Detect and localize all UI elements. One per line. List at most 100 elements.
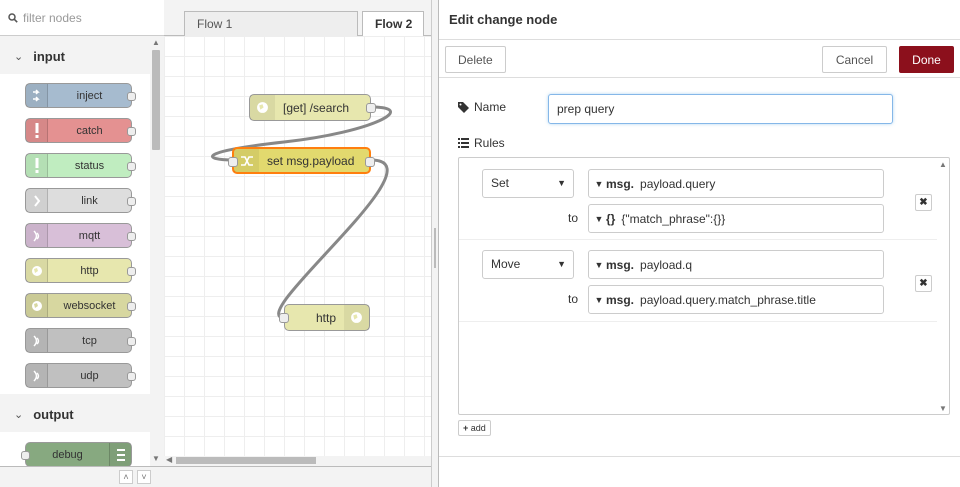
input-port[interactable] xyxy=(21,451,30,460)
delete-button[interactable]: Delete xyxy=(445,46,506,73)
flow-node-http-response[interactable]: http xyxy=(279,304,370,331)
scrollbar-thumb[interactable] xyxy=(152,50,160,150)
cancel-button[interactable]: Cancel xyxy=(822,46,887,73)
palette-node-status[interactable]: status xyxy=(25,153,136,178)
palette-filter[interactable]: filter nodes xyxy=(0,0,164,36)
flow-node-label: set msg.payload xyxy=(267,153,355,168)
remove-rule-button[interactable]: ✖ xyxy=(915,275,932,292)
scroll-up-icon[interactable]: ▲ xyxy=(152,38,160,47)
category-body-input: inject catch status link mqtt http webso… xyxy=(0,74,150,394)
category-label: input xyxy=(33,48,65,64)
flow-node-label: http xyxy=(315,310,336,325)
palette-node-inject[interactable]: inject xyxy=(25,83,136,108)
rules-label-text: Rules xyxy=(474,136,505,150)
input-port[interactable] xyxy=(279,313,289,323)
node-palette: filter nodes ⌄ input inject catch status xyxy=(0,0,164,487)
rule-action-select[interactable]: Set ▼ xyxy=(482,169,574,198)
dropdown-caret-icon: ▼ xyxy=(557,259,566,269)
tag-icon xyxy=(458,101,469,113)
search-icon xyxy=(8,12,18,23)
tab-label: Flow 2 xyxy=(375,17,413,31)
output-port[interactable] xyxy=(127,372,136,381)
rule-action-select[interactable]: Move ▼ xyxy=(482,250,574,279)
rule-value-input[interactable]: ▼ {} {"match_phrase":{}} xyxy=(588,204,884,233)
workspace: Flow 1 Flow 2 [get] /search set msg.payl… xyxy=(164,0,431,487)
category-header-input[interactable]: ⌄ input xyxy=(0,38,150,74)
output-port[interactable] xyxy=(366,103,376,113)
sidebar-resize-handle[interactable] xyxy=(431,0,439,487)
rules-scrollbar[interactable]: ▲ ▼ xyxy=(937,158,949,414)
output-port[interactable] xyxy=(127,162,136,171)
bridge-icon xyxy=(26,329,48,352)
link-icon xyxy=(26,189,48,212)
done-button[interactable]: Done xyxy=(899,46,954,73)
scrollbar-thumb[interactable] xyxy=(176,457,316,464)
palette-node-mqtt[interactable]: mqtt xyxy=(25,223,136,248)
collapse-all-icon[interactable]: ˄ xyxy=(119,470,133,484)
flow-node-change[interactable]: set msg.payload xyxy=(228,147,375,174)
flow-canvas[interactable]: [get] /search set msg.payload http xyxy=(164,36,431,456)
palette-node-label: catch xyxy=(76,124,103,137)
input-port[interactable] xyxy=(228,157,238,167)
name-label: Name xyxy=(458,100,506,114)
palette-node-label: tcp xyxy=(82,334,97,347)
scroll-down-icon[interactable]: ▼ xyxy=(152,454,160,463)
chevron-down-icon: ⌄ xyxy=(14,408,24,421)
scroll-up-icon[interactable]: ▲ xyxy=(939,160,947,169)
list-icon xyxy=(458,138,469,148)
type-label: msg. xyxy=(606,292,635,307)
white-globe-icon xyxy=(26,294,48,317)
output-port[interactable] xyxy=(127,197,136,206)
tab-flow-1[interactable]: Flow 1 xyxy=(184,11,358,37)
output-port[interactable] xyxy=(365,157,375,167)
white-globe-icon xyxy=(26,259,48,282)
bridge-icon xyxy=(26,224,48,247)
output-port[interactable] xyxy=(127,92,136,101)
palette-node-catch[interactable]: catch xyxy=(25,118,136,143)
palette-node-tcp[interactable]: tcp xyxy=(25,328,136,353)
tray-toolbar: Delete Cancel Done xyxy=(439,40,960,78)
palette-node-debug[interactable]: debug xyxy=(21,442,132,467)
tab-flow-2[interactable]: Flow 2 xyxy=(362,11,424,37)
rule-value-input[interactable]: ▼ msg. payload.query.match_phrase.title xyxy=(588,285,884,314)
name-input[interactable] xyxy=(548,94,893,124)
canvas-horizontal-scrollbar[interactable]: ◀ xyxy=(164,455,431,466)
target-value: payload.query xyxy=(640,176,716,191)
flow-node-label: [get] /search xyxy=(283,100,350,115)
output-port[interactable] xyxy=(127,302,136,311)
palette-node-http[interactable]: http xyxy=(25,258,136,283)
target-value: payload.q xyxy=(640,257,693,272)
flow-node-http-in[interactable]: [get] /search xyxy=(249,94,376,121)
debug-icon xyxy=(109,443,131,466)
category-header-output[interactable]: ⌄ output xyxy=(0,396,150,432)
palette-node-label: link xyxy=(81,194,98,207)
add-rule-button[interactable]: + add xyxy=(458,420,491,436)
white-globe-icon xyxy=(250,95,275,120)
output-port[interactable] xyxy=(127,267,136,276)
palette-node-link[interactable]: link xyxy=(25,188,136,213)
palette-node-udp[interactable]: udp xyxy=(25,363,136,388)
palette-node-websocket[interactable]: websocket xyxy=(25,293,136,318)
alert-icon xyxy=(26,154,48,177)
scroll-down-icon[interactable]: ▼ xyxy=(939,404,947,413)
palette-footer: ˄ ˅ xyxy=(0,466,164,487)
output-port[interactable] xyxy=(127,232,136,241)
resize-grip[interactable] xyxy=(434,228,436,268)
category-body-output: debug xyxy=(0,432,150,467)
workspace-footer xyxy=(164,466,431,487)
output-port[interactable] xyxy=(127,337,136,346)
type-caret-icon[interactable]: ▼ xyxy=(592,179,606,189)
output-port[interactable] xyxy=(127,127,136,136)
expand-all-icon[interactable]: ˅ xyxy=(137,470,151,484)
rule-target-input[interactable]: ▼ msg. payload.q xyxy=(588,250,884,279)
remove-rule-button[interactable]: ✖ xyxy=(915,194,932,211)
rule-target-input[interactable]: ▼ msg. payload.query xyxy=(588,169,884,198)
type-caret-icon[interactable]: ▼ xyxy=(592,260,606,270)
scroll-left-icon[interactable]: ◀ xyxy=(166,455,172,464)
palette-scrollbar[interactable]: ▲ ▼ xyxy=(150,36,164,466)
wire xyxy=(277,158,389,320)
type-caret-icon[interactable]: ▼ xyxy=(592,295,606,305)
dropdown-caret-icon: ▼ xyxy=(557,178,566,188)
type-caret-icon[interactable]: ▼ xyxy=(592,214,606,224)
add-label: add xyxy=(470,423,486,433)
